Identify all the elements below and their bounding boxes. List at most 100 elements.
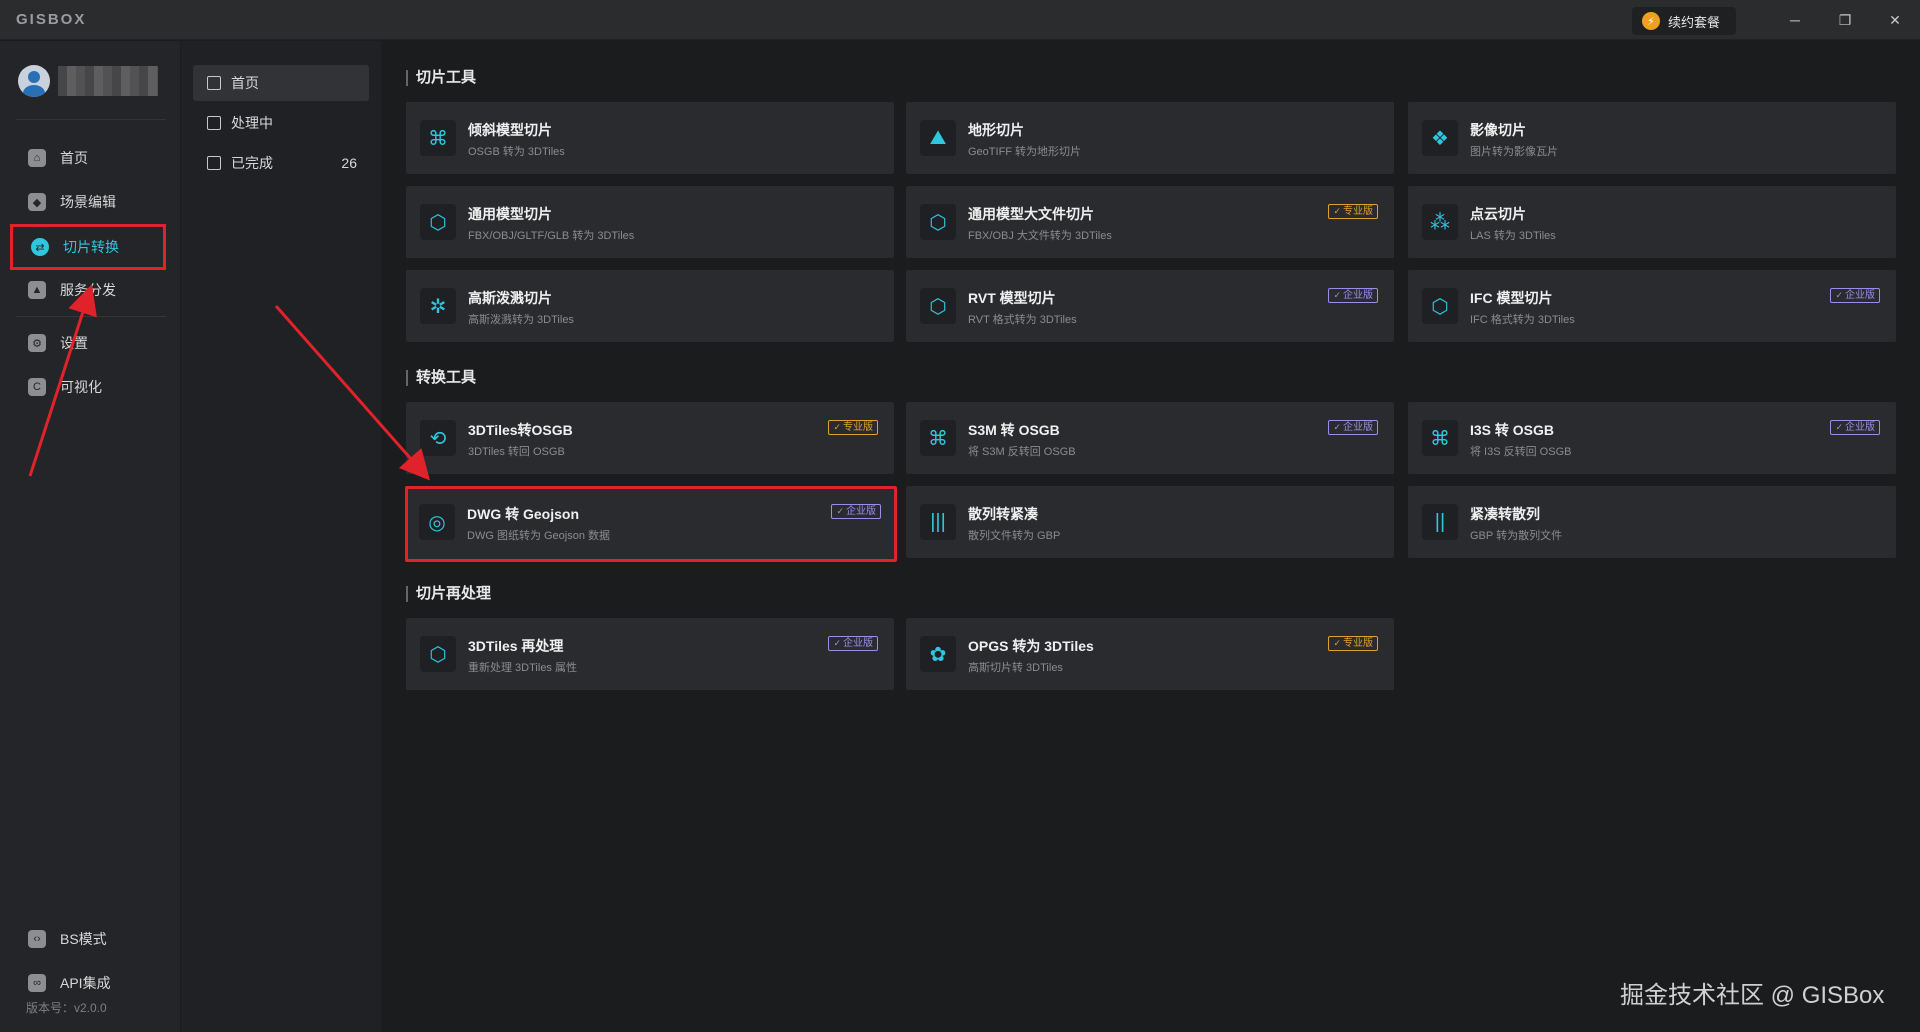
tool-card-dwg-geojson[interactable]: ◎ DWG 转 Geojson DWG 图纸转为 Geojson 数据 ✓ 企业版	[405, 486, 897, 562]
tool-card-compact-hash[interactable]: || 紧凑转散列 GBP 转为散列文件	[1408, 486, 1896, 558]
enterprise-badge: ✓ 企业版	[1830, 420, 1880, 435]
target-icon: ◎	[419, 504, 455, 540]
check-icon: ✓	[1333, 638, 1341, 648]
enterprise-badge: ✓ 企业版	[1328, 288, 1378, 303]
tool-card-i3s-osgb[interactable]: ⌘ I3S 转 OSGB 将 I3S 反转回 OSGB ✓ 企业版	[1408, 402, 1896, 474]
card-desc: OSGB 转为 3DTiles	[468, 146, 565, 158]
sidebar-item-settings[interactable]: ⚙ 设置	[10, 323, 166, 363]
card-title: 点云切片	[1470, 206, 1526, 222]
sidebar-item-slice-convert[interactable]: ⇄ 切片转换	[10, 224, 166, 270]
sidebar-item-service[interactable]: ▲ 服务分发	[10, 270, 166, 310]
enterprise-badge: ✓ 企业版	[831, 504, 881, 519]
restore-icon[interactable]: ❐	[1830, 8, 1860, 32]
card-title: S3M 转 OSGB	[968, 422, 1060, 438]
tool-card-terrain[interactable]: ⛰ 地形切片 GeoTIFF 转为地形切片	[906, 102, 1394, 174]
upload-icon: ▲	[28, 281, 46, 299]
tool-card-imagery[interactable]: ❖ 影像切片 图片转为影像瓦片	[1408, 102, 1896, 174]
renew-button[interactable]: ⚡ 续约套餐	[1632, 7, 1736, 35]
pro-badge: ✓ 专业版	[1328, 204, 1378, 219]
sidebar-item-label: 切片转换	[63, 239, 119, 255]
sidebar-item-api[interactable]: ∞ API集成	[10, 963, 166, 1003]
check-icon: ✓	[1333, 290, 1341, 300]
gear-icon: ⚙	[28, 334, 46, 352]
tool-card-3dtiles-osgb[interactable]: ⟲ 3DTiles转OSGB 3DTiles 转回 OSGB ✓ 专业版	[406, 402, 894, 474]
card-desc: 将 I3S 反转回 OSGB	[1470, 446, 1572, 458]
tool-card-general-model[interactable]: ⬡ 通用模型切片 FBX/OBJ/GLTF/GLB 转为 3DTiles	[406, 186, 894, 258]
sidebar-item-visualize[interactable]: C 可视化	[10, 367, 166, 407]
enterprise-badge: ✓ 企业版	[828, 636, 878, 651]
home-icon	[207, 76, 221, 90]
card-title: 高斯泼溅切片	[468, 290, 552, 306]
sidebar-item-bs-mode[interactable]: ‹› BS模式	[10, 919, 166, 959]
card-title: 影像切片	[1470, 122, 1526, 138]
card-desc: 高斯切片转 3DTiles	[968, 662, 1063, 674]
card-desc: 重新处理 3DTiles 属性	[468, 662, 577, 674]
tool-card-point-cloud[interactable]: ⁂ 点云切片 LAS 转为 3DTiles	[1408, 186, 1896, 258]
card-desc: FBX/OBJ 大文件转为 3DTiles	[968, 230, 1112, 242]
tool-card-3dtiles-reprocess[interactable]: ⬡ 3DTiles 再处理 重新处理 3DTiles 属性 ✓ 企业版	[406, 618, 894, 690]
subnav-label: 首页	[231, 75, 259, 91]
card-desc: 图片转为影像瓦片	[1470, 146, 1558, 158]
card-desc: 将 S3M 反转回 OSGB	[968, 446, 1076, 458]
badge-label: 专业版	[1343, 206, 1373, 217]
sidebar-item-label: 可视化	[60, 379, 102, 395]
badge-label: 专业版	[843, 422, 873, 433]
card-title: 3DTiles 再处理	[468, 638, 564, 654]
badge-label: 企业版	[1343, 422, 1373, 433]
close-icon[interactable]: ✕	[1880, 8, 1910, 32]
card-title: 散列转紧凑	[968, 506, 1038, 522]
tool-card-rvt[interactable]: ⬡ RVT 模型切片 RVT 格式转为 3DTiles ✓ 企业版	[906, 270, 1394, 342]
box-icon: ⬡	[920, 204, 956, 240]
tool-card-s3m-osgb[interactable]: ⌘ S3M 转 OSGB 将 S3M 反转回 OSGB ✓ 企业版	[906, 402, 1394, 474]
minimize-icon[interactable]: ─	[1780, 8, 1810, 32]
tool-card-ifc[interactable]: ⬡ IFC 模型切片 IFC 格式转为 3DTiles ✓ 企业版	[1408, 270, 1896, 342]
section-title-slice-tools: 切片工具	[406, 70, 476, 86]
tool-card-large-model[interactable]: ⬡ 通用模型大文件切片 FBX/OBJ 大文件转为 3DTiles ✓ 专业版	[906, 186, 1394, 258]
tool-card-gaussian[interactable]: ✲ 高斯泼溅切片 高斯泼溅转为 3DTiles	[406, 270, 894, 342]
card-title: IFC 模型切片	[1470, 290, 1553, 306]
terrain-icon: ⛰	[920, 120, 956, 156]
card-title: 通用模型切片	[468, 206, 552, 222]
sidebar-item-label: 场景编辑	[60, 194, 116, 210]
user-profile[interactable]	[18, 65, 158, 97]
enterprise-badge: ✓ 企业版	[1328, 420, 1378, 435]
opgs-icon: ✿	[920, 636, 956, 672]
app-logo: GISBOX	[16, 11, 87, 28]
badge-label: 企业版	[1343, 290, 1373, 301]
card-title: DWG 转 Geojson	[467, 506, 579, 522]
check-document-icon	[207, 156, 221, 170]
section-title-convert-tools: 转换工具	[406, 370, 476, 386]
check-icon: ✓	[836, 506, 844, 516]
watermark: 掘金技术社区 @ GISBox	[1620, 982, 1885, 1009]
card-desc: RVT 格式转为 3DTiles	[968, 314, 1077, 326]
sidebar-item-label: 服务分发	[60, 282, 116, 298]
check-icon: ✓	[833, 638, 841, 648]
convert-icon: ⟲	[420, 420, 456, 456]
sidebar-item-label: BS模式	[60, 931, 107, 947]
sidebar-item-scene-edit[interactable]: ◆ 场景编辑	[10, 182, 166, 222]
card-title: 通用模型大文件切片	[968, 206, 1094, 222]
divider	[16, 316, 166, 317]
subnav-home[interactable]: 首页	[193, 65, 369, 101]
badge-label: 企业版	[1845, 290, 1875, 301]
card-desc: FBX/OBJ/GLTF/GLB 转为 3DTiles	[468, 230, 635, 242]
lightning-icon: ⚡	[1642, 12, 1660, 30]
card-desc: 3DTiles 转回 OSGB	[468, 446, 565, 458]
oblique-model-icon: ⌘	[420, 120, 456, 156]
check-icon: ✓	[1835, 422, 1843, 432]
section-title-reprocess: 切片再处理	[406, 586, 491, 602]
subnav-processing[interactable]: 处理中	[193, 105, 369, 141]
transform-icon: ⇄	[31, 238, 49, 256]
tool-card-hash-compact[interactable]: ||| 散列转紧凑 散列文件转为 GBP	[906, 486, 1394, 558]
sidebar-item-home[interactable]: ⌂ 首页	[10, 138, 166, 178]
main-sidebar: ⌂ 首页 ◆ 场景编辑 ⇄ 切片转换 ▲ 服务分发 ⚙ 设置 C 可视化 ‹› …	[0, 41, 180, 1032]
reprocess-icon: ⬡	[420, 636, 456, 672]
version-label: 版本号：v2.0.0	[26, 1001, 107, 1015]
divider	[16, 119, 166, 120]
tool-card-opgs-3dtiles[interactable]: ✿ OPGS 转为 3DTiles 高斯切片转 3DTiles ✓ 专业版	[906, 618, 1394, 690]
i3s-icon: ⌘	[1422, 420, 1458, 456]
subnav-completed[interactable]: 已完成 26	[193, 145, 369, 181]
enterprise-badge: ✓ 企业版	[1830, 288, 1880, 303]
tool-card-oblique[interactable]: ⌘ 倾斜模型切片 OSGB 转为 3DTiles	[406, 102, 894, 174]
point-cloud-icon: ⁂	[1422, 204, 1458, 240]
